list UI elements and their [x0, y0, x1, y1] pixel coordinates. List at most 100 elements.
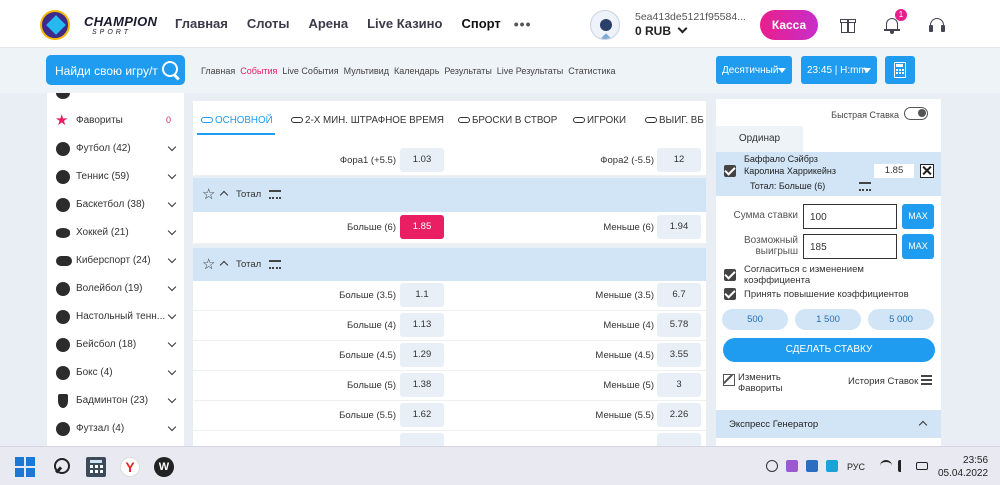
sidebar-item-futsal[interactable]: Футзал (4) — [47, 415, 184, 443]
balance-dropdown[interactable]: 0 RUB — [635, 23, 688, 38]
odd-button[interactable]: 5.78 — [657, 313, 701, 337]
windows-start-icon[interactable] — [15, 457, 35, 477]
sidebar-item-esports[interactable]: Киберспорт (24) — [47, 247, 184, 275]
sidebar-item-favorites[interactable]: ★ Фавориты 0 — [47, 107, 184, 135]
tab-players[interactable]: ИГРОКИ — [573, 115, 626, 126]
bet-checkbox[interactable] — [724, 165, 736, 177]
tray-feather-icon[interactable] — [786, 460, 798, 472]
market-group-header[interactable]: ☆ Тотал — [193, 248, 706, 281]
calculator-app-icon[interactable] — [86, 457, 106, 477]
quick-bet-toggle[interactable] — [904, 107, 928, 120]
subnav-live-results[interactable]: Live Результаты — [497, 66, 563, 76]
calculator-button[interactable] — [885, 56, 915, 84]
subnav-results[interactable]: Результаты — [444, 66, 491, 76]
sidebar-item-boxing[interactable]: Бокс (4) — [47, 359, 184, 387]
battery-icon[interactable] — [916, 462, 928, 470]
remove-bet-icon[interactable] — [920, 164, 934, 178]
chevron-up-icon[interactable] — [219, 190, 229, 200]
odd-button-selected[interactable]: 1.85 — [400, 215, 444, 239]
odd-button[interactable]: 6.7 — [657, 283, 701, 307]
favorite-star-icon[interactable]: ☆ — [202, 187, 215, 202]
tray-app-icon[interactable] — [766, 460, 778, 472]
search-icon[interactable] — [161, 60, 181, 80]
edit-favorites-link[interactable]: Изменить Фавориты — [738, 372, 783, 394]
sidebar-item-football[interactable]: Футбол (42) — [47, 135, 184, 163]
accept-changes-checkbox[interactable] — [724, 269, 736, 281]
favorite-star-icon[interactable]: ☆ — [202, 257, 215, 272]
express-generator-header[interactable]: Экспресс Генератор — [716, 410, 941, 438]
tray-shield-icon[interactable] — [806, 460, 818, 472]
sidebar-item-tennis[interactable]: Теннис (59) — [47, 163, 184, 191]
stake-max-button[interactable]: MAX — [902, 204, 934, 229]
time-format-select[interactable]: 23:45 | H:mm — [801, 56, 877, 84]
tab-shots-on-goal[interactable]: БРОСКИ В СТВОР — [458, 115, 557, 126]
quick-amount-5000[interactable]: 5 000 — [868, 309, 934, 330]
odd-button[interactable] — [400, 433, 444, 446]
odd-button[interactable]: 1.94 — [657, 215, 701, 239]
odd-button[interactable]: 1.1 — [400, 283, 444, 307]
edit-icon[interactable] — [723, 374, 735, 386]
tab-win-ot[interactable]: ВЫИГ. ВБ — [645, 115, 704, 126]
tab-penalty-time[interactable]: 2-Х МИН. ШТРАФНОЕ ВРЕМЯ — [291, 115, 444, 126]
odd-button[interactable]: 3.55 — [657, 343, 701, 367]
app-w-icon[interactable]: W — [154, 457, 174, 477]
make-bet-button[interactable]: СДЕЛАТЬ СТАВКУ — [723, 338, 935, 362]
market-group-header[interactable]: ☆ Тотал — [193, 178, 706, 212]
subnav-statistics[interactable]: Статистика — [568, 66, 615, 76]
nav-live-casino[interactable]: Live Казино — [367, 16, 442, 32]
nav-home[interactable]: Главная — [175, 16, 228, 32]
gift-icon[interactable] — [839, 16, 857, 34]
stake-input[interactable]: 100 — [803, 204, 897, 229]
chevron-down-icon — [167, 226, 177, 236]
odd-button[interactable] — [657, 433, 701, 446]
sidebar-item-hockey[interactable]: Хоккей (21) — [47, 219, 184, 247]
subnav-live-events[interactable]: Live События — [282, 66, 338, 76]
nav-arena[interactable]: Арена — [308, 16, 348, 32]
quick-amount-500[interactable]: 500 — [722, 309, 788, 330]
sidebar-item-baseball[interactable]: Бейсбол (18) — [47, 331, 184, 359]
odd-button[interactable]: 12 — [657, 148, 701, 172]
odd-button[interactable]: 1.38 — [400, 373, 444, 397]
tab-single[interactable]: Ординар — [716, 126, 803, 152]
yandex-browser-icon[interactable]: Y — [120, 457, 140, 477]
sidebar-item-basketball[interactable]: Баскетбол (38) — [47, 191, 184, 219]
user-avatar[interactable] — [590, 10, 620, 40]
bluetooth-icon[interactable] — [826, 460, 838, 472]
nav-more-button[interactable]: ••• — [514, 16, 532, 32]
kassa-button[interactable]: Касса — [760, 10, 818, 40]
game-search-input[interactable]: Найди свою игру/т — [46, 55, 185, 85]
wifi-icon[interactable] — [880, 460, 892, 472]
sidebar-item-volleyball[interactable]: Волейбол (19) — [47, 275, 184, 303]
link-icon — [291, 117, 303, 123]
bet-history-link[interactable]: История Ставок — [848, 376, 918, 387]
logo[interactable]: CHAMPION SPORT — [40, 8, 157, 40]
menu-icon[interactable] — [921, 375, 932, 377]
possible-win-field[interactable]: 185 — [803, 234, 897, 259]
subnav-home[interactable]: Главная — [201, 66, 235, 76]
nav-sport[interactable]: Спорт — [461, 16, 500, 32]
win-max-button[interactable]: MAX — [902, 234, 934, 259]
odd-button[interactable]: 1.62 — [400, 403, 444, 427]
accept-increase-checkbox[interactable] — [724, 288, 736, 300]
language-indicator[interactable]: РУС — [847, 462, 865, 472]
sidebar-item-table-tennis[interactable]: Настольный тенн... — [47, 303, 184, 331]
odd-button[interactable]: 1.29 — [400, 343, 444, 367]
subnav-calendar[interactable]: Календарь — [394, 66, 439, 76]
odd-button[interactable]: 1.03 — [400, 148, 444, 172]
system-clock[interactable]: 23:56 05.04.2022 — [938, 454, 988, 480]
quick-amount-1500[interactable]: 1 500 — [795, 309, 861, 330]
volume-icon[interactable] — [898, 460, 910, 472]
sports-sidebar: ★ Фавориты 0 Футбол (42) Теннис (59) Баске… — [47, 93, 184, 446]
subnav-multiview[interactable]: Мультивид — [344, 66, 389, 76]
odd-button[interactable]: 2.26 — [657, 403, 701, 427]
sidebar-item-badminton[interactable]: Бадминтон (23) — [47, 387, 184, 415]
odd-button[interactable]: 1.13 — [400, 313, 444, 337]
odd-button[interactable]: 3 — [657, 373, 701, 397]
search-icon[interactable] — [52, 457, 72, 477]
chevron-up-icon[interactable] — [219, 260, 229, 270]
support-headset-icon[interactable] — [928, 16, 946, 34]
nav-slots[interactable]: Слоты — [247, 16, 290, 32]
subnav-events[interactable]: События — [240, 66, 277, 76]
tab-main[interactable]: ОСНОВНОЙ — [201, 115, 273, 126]
odds-format-select[interactable]: Десятичный — [716, 56, 792, 84]
